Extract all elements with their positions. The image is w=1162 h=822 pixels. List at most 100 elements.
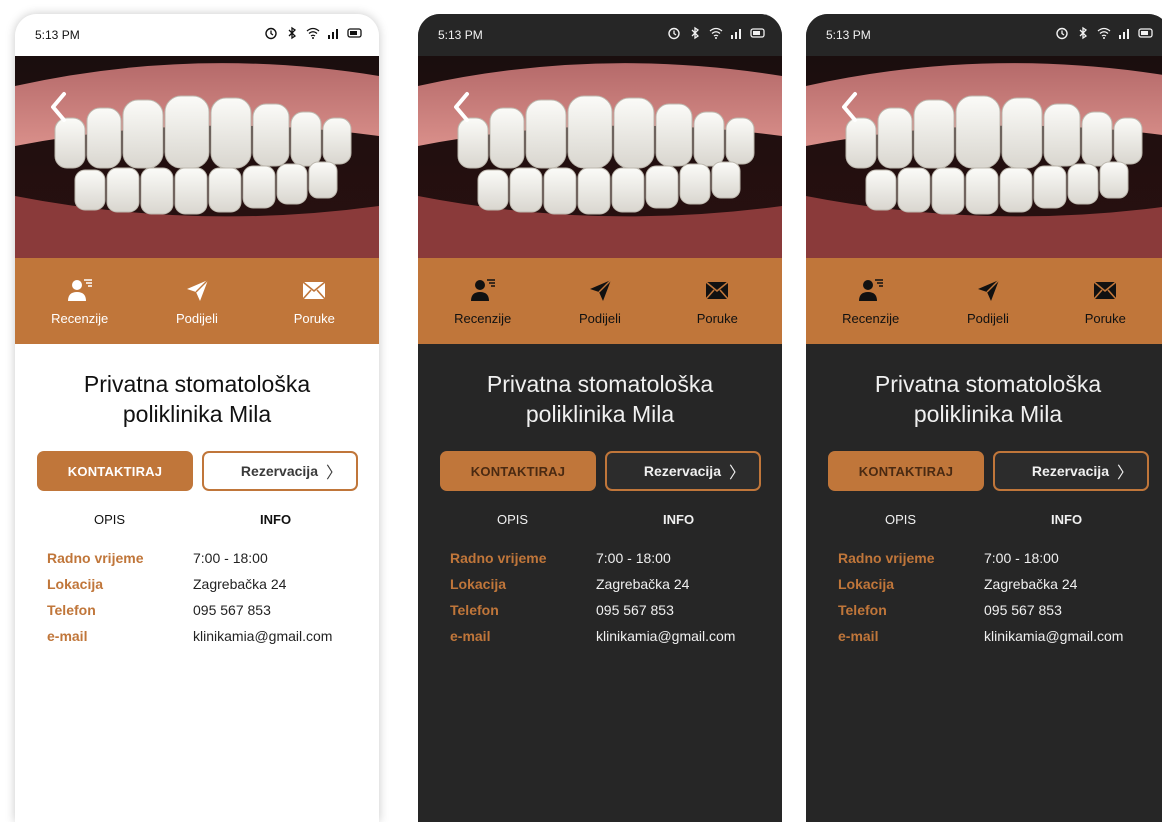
info-row-location: Lokacija Zagrebačka 24: [47, 576, 371, 602]
share-label: Podijeli: [579, 310, 621, 326]
back-arrow-icon[interactable]: [838, 90, 860, 124]
battery-icon: [750, 26, 766, 40]
info-list: Radno vrijeme 7:00 - 18:00 Lokacija Zagr…: [450, 550, 774, 654]
reservation-label: Rezervacija: [643, 463, 721, 479]
info-row-location: Lokacija Zagrebačka 24: [838, 576, 1162, 602]
status-bar: 5:13 PM: [418, 14, 782, 56]
tab-info[interactable]: INFO: [260, 512, 291, 527]
back-arrow-icon[interactable]: [450, 90, 472, 124]
user-reviews-icon: [65, 277, 95, 303]
clinic-title: Privatna stomatološka poliklinika Mila: [428, 369, 772, 429]
reservation-button[interactable]: Rezervacija 〉: [202, 451, 358, 491]
phone-value[interactable]: 095 567 853: [193, 602, 271, 618]
info-row-email: e-mail klinikamia@gmail.com: [450, 628, 774, 654]
user-reviews-icon: [468, 277, 498, 303]
tab-info[interactable]: INFO: [663, 512, 694, 527]
messages-button[interactable]: Poruke: [672, 277, 762, 326]
info-row-hours: Radno vrijeme 7:00 - 18:00: [47, 550, 371, 576]
info-row-phone: Telefon 095 567 853: [450, 602, 774, 628]
email-value[interactable]: klinikamia@gmail.com: [193, 628, 332, 644]
phone-value[interactable]: 095 567 853: [596, 602, 674, 618]
reviews-button[interactable]: Recenzije: [826, 277, 916, 326]
email-label: e-mail: [450, 628, 491, 644]
hours-label: Radno vrijeme: [47, 550, 144, 566]
messages-button[interactable]: Poruke: [1060, 277, 1150, 326]
info-list: Radno vrijeme 7:00 - 18:00 Lokacija Zagr…: [838, 550, 1162, 654]
tab-opis[interactable]: OPIS: [885, 512, 916, 527]
share-button[interactable]: Podijeli: [943, 277, 1033, 326]
status-icons: [1054, 26, 1154, 40]
location-label: Lokacija: [47, 576, 104, 592]
battery-icon: [1138, 26, 1154, 40]
contact-button[interactable]: KONTAKTIRAJ: [828, 451, 984, 491]
tab-opis[interactable]: OPIS: [497, 512, 528, 527]
info-row-phone: Telefon 095 567 853: [47, 602, 371, 628]
bluetooth-icon: [284, 26, 300, 40]
hours-value: 7:00 - 18:00: [596, 550, 671, 566]
info-row-hours: Radno vrijeme 7:00 - 18:00: [450, 550, 774, 576]
hours-label: Radno vrijeme: [450, 550, 547, 566]
wifi-icon: [305, 26, 321, 40]
clinic-title: Privatna stomatološka poliklinika Mila: [816, 369, 1160, 429]
phone-value[interactable]: 095 567 853: [984, 602, 1062, 618]
contact-button[interactable]: KONTAKTIRAJ: [37, 451, 193, 491]
info-row-email: e-mail klinikamia@gmail.com: [838, 628, 1162, 654]
signal-icon: [729, 26, 745, 40]
share-label: Podijeli: [176, 310, 218, 326]
contact-button[interactable]: KONTAKTIRAJ: [440, 451, 596, 491]
reservation-button[interactable]: Rezervacija 〉: [993, 451, 1149, 491]
chevron-right-icon: 〉: [325, 465, 342, 482]
hero-image-teeth: [806, 56, 1162, 258]
email-value[interactable]: klinikamia@gmail.com: [984, 628, 1123, 644]
wifi-icon: [1096, 26, 1112, 40]
info-row-email: e-mail klinikamia@gmail.com: [47, 628, 371, 654]
paper-plane-icon: [973, 277, 1003, 303]
status-bar: 5:13 PM: [806, 14, 1162, 56]
reservation-label: Rezervacija: [1031, 463, 1109, 479]
messages-button[interactable]: Poruke: [269, 277, 359, 326]
location-value: Zagrebačka 24: [596, 576, 690, 592]
share-button[interactable]: Podijeli: [152, 277, 242, 326]
email-label: e-mail: [838, 628, 879, 644]
paper-plane-icon: [182, 277, 212, 303]
reviews-button[interactable]: Recenzije: [35, 277, 125, 326]
reservation-label: Rezervacija: [240, 463, 318, 479]
clinic-title-line1: Privatna stomatološka: [486, 371, 714, 397]
reviews-label: Recenzije: [842, 310, 900, 326]
messages-label: Poruke: [696, 310, 738, 326]
phone-label: Telefon: [47, 602, 96, 618]
battery-icon: [347, 26, 363, 40]
bluetooth-icon: [1075, 26, 1091, 40]
reservation-button[interactable]: Rezervacija 〉: [605, 451, 761, 491]
reviews-label: Recenzije: [454, 310, 512, 326]
envelope-icon: [1090, 277, 1120, 303]
info-row-hours: Radno vrijeme 7:00 - 18:00: [838, 550, 1162, 576]
hours-value: 7:00 - 18:00: [984, 550, 1059, 566]
location-label: Lokacija: [450, 576, 507, 592]
clinic-title: Privatna stomatološka poliklinika Mila: [25, 369, 369, 429]
reviews-button[interactable]: Recenzije: [438, 277, 528, 326]
reviews-label: Recenzije: [51, 310, 109, 326]
info-row-location: Lokacija Zagrebačka 24: [450, 576, 774, 602]
tab-opis[interactable]: OPIS: [94, 512, 125, 527]
clinic-title-line2: poliklinika Mila: [913, 401, 1063, 427]
phone-label: Telefon: [838, 602, 887, 618]
action-bar: Recenzije Podijeli Poruke: [806, 258, 1162, 344]
share-button[interactable]: Podijeli: [555, 277, 645, 326]
info-list: Radno vrijeme 7:00 - 18:00 Lokacija Zagr…: [47, 550, 371, 654]
back-arrow-icon[interactable]: [47, 90, 69, 124]
hero-image-teeth: [15, 56, 379, 258]
tab-info[interactable]: INFO: [1051, 512, 1082, 527]
status-bar: 5:13 PM: [15, 14, 379, 56]
location-value: Zagrebačka 24: [984, 576, 1078, 592]
location-label: Lokacija: [838, 576, 895, 592]
alarm-icon: [666, 26, 682, 40]
envelope-icon: [702, 277, 732, 303]
wifi-icon: [708, 26, 724, 40]
phone-label: Telefon: [450, 602, 499, 618]
status-icons: [263, 26, 363, 40]
messages-label: Poruke: [293, 310, 335, 326]
hero-image-teeth: [418, 56, 782, 258]
email-value[interactable]: klinikamia@gmail.com: [596, 628, 735, 644]
signal-icon: [326, 26, 342, 40]
